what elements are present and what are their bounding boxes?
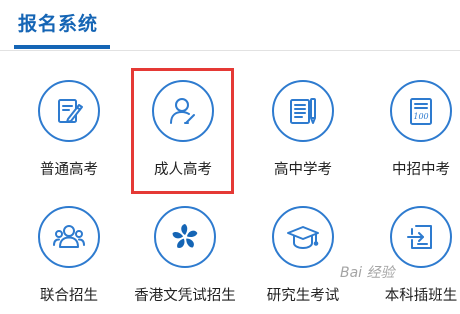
watermark: Bai 经验	[340, 265, 395, 281]
selection-highlight	[131, 68, 234, 194]
tile-postgraduate-exam[interactable]: 研究生考试	[243, 194, 363, 314]
transfer-document-icon	[390, 206, 452, 268]
page-title: 报名系统	[18, 13, 99, 35]
group-users-icon	[38, 206, 100, 268]
tile-label-middle-school-exam: 中招中考	[392, 162, 450, 178]
bauhinia-flower-icon	[154, 206, 216, 268]
tile-label-hkdse: 香港文凭试招生	[134, 288, 236, 304]
score-sheet-icon: 100	[390, 80, 452, 142]
tile-transfer-student[interactable]: 本科插班生	[361, 194, 460, 314]
tile-label-high-school-exam: 高中学考	[274, 162, 332, 178]
tile-joint-enrollment[interactable]: 联合招生	[9, 194, 129, 314]
graduation-cap-icon	[272, 206, 334, 268]
tile-label-postgraduate-exam: 研究生考试	[266, 288, 340, 304]
section-header: 报名系统	[0, 0, 460, 52]
tile-label-joint-enrollment: 联合招生	[40, 288, 98, 304]
header-divider	[0, 50, 460, 51]
tile-label-gaokao: 普通高考	[40, 162, 98, 178]
tile-hkdse[interactable]: 香港文凭试招生	[125, 194, 245, 314]
tile-label-transfer-student: 本科插班生	[384, 288, 458, 304]
tile-middle-school-exam[interactable]: 100 中招中考	[361, 68, 460, 188]
tile-gaokao[interactable]: 普通高考	[9, 68, 129, 188]
exam-paper-pencil-icon	[38, 80, 100, 142]
tile-high-school-exam[interactable]: 高中学考	[243, 68, 363, 188]
title-underline	[14, 45, 110, 49]
book-pencil-icon	[272, 80, 334, 142]
score-text: 100	[413, 112, 428, 121]
